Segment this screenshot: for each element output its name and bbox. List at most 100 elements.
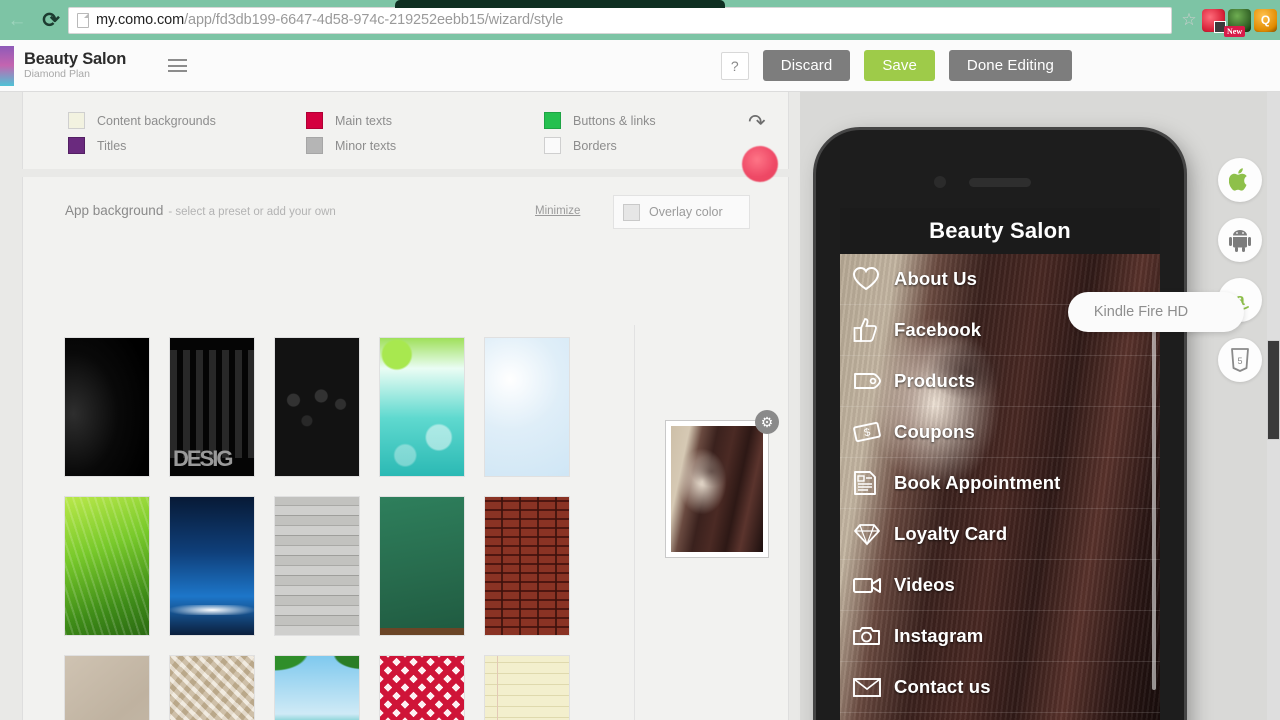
- device-button-apple[interactable]: [1218, 158, 1262, 202]
- thumb-green-grass[interactable]: [64, 496, 150, 636]
- thumb-black-swirl[interactable]: [64, 337, 150, 477]
- gear-icon[interactable]: ⚙: [755, 410, 779, 434]
- thumb-pale-blue-clouds[interactable]: [484, 337, 570, 477]
- menu-item-products[interactable]: Products: [840, 356, 1160, 407]
- menu-button[interactable]: [168, 59, 188, 72]
- document-icon: [852, 468, 894, 498]
- editor-pane: Content backgrounds Main texts Buttons &…: [0, 92, 800, 720]
- selected-background-preview: ⚙: [665, 410, 779, 558]
- swatch-content-backgrounds[interactable]: [68, 112, 85, 129]
- done-editing-button[interactable]: Done Editing: [948, 50, 1072, 81]
- extension-icon-3[interactable]: Q: [1254, 8, 1277, 32]
- legend-label: Main texts: [335, 113, 392, 128]
- browser-tab[interactable]: [395, 0, 725, 8]
- color-legend: Content backgrounds Main texts Buttons &…: [68, 108, 656, 158]
- app-background-card: App background - select a preset or add …: [22, 177, 789, 720]
- color-legend-card: Content backgrounds Main texts Buttons &…: [22, 92, 789, 169]
- thumb-yellow-lined-paper[interactable]: [484, 655, 570, 720]
- swatch-main-texts[interactable]: [306, 112, 323, 129]
- legend-item-main-texts[interactable]: Main texts: [306, 112, 544, 129]
- apple-icon: [1229, 168, 1247, 191]
- menu-item-coupons[interactable]: $ Coupons: [840, 407, 1160, 458]
- coupon-icon: $: [852, 417, 894, 447]
- legend-item-buttons-links[interactable]: Buttons & links: [544, 112, 656, 129]
- app-background-title: App background: [65, 203, 164, 218]
- page-scrollbar-thumb[interactable]: [1267, 340, 1280, 440]
- thumb-blue-light-burst[interactable]: [169, 496, 255, 636]
- thumb-beige-cardboard[interactable]: [64, 655, 150, 720]
- app-background-heading: App background - select a preset or add …: [65, 203, 336, 218]
- extension-tray: New Q: [1202, 8, 1280, 37]
- menu-item-label: Videos: [894, 574, 955, 595]
- thumb-dark-damask[interactable]: [274, 337, 360, 477]
- diamond-icon: [852, 519, 894, 549]
- page-info-icon: [77, 12, 89, 28]
- swatch-minor-texts[interactable]: [306, 137, 323, 154]
- swatch-borders[interactable]: [544, 137, 561, 154]
- panel-divider: [634, 325, 635, 720]
- menu-item-book-appointment[interactable]: Book Appointment: [840, 458, 1160, 509]
- android-icon: [1229, 230, 1251, 252]
- plan-label: Diamond Plan: [24, 68, 90, 81]
- help-button[interactable]: ?: [720, 51, 749, 80]
- device-selector-rail: a 5: [1218, 158, 1262, 382]
- menu-item-label: Products: [894, 370, 975, 391]
- browser-toolbar: ← ⟳ my.como.com/app/fd3db199-6647-4d58-9…: [0, 0, 1280, 40]
- thumb-tropical-beach[interactable]: [274, 655, 360, 720]
- app-header: Beauty Salon Diamond Plan ? Discard Save…: [0, 40, 1280, 92]
- reload-button[interactable]: ⟳: [34, 0, 68, 40]
- overlay-color-control[interactable]: Overlay color: [613, 195, 750, 229]
- back-button[interactable]: ←: [0, 0, 34, 40]
- thumb-grey-wood-planks[interactable]: [274, 496, 360, 636]
- save-button[interactable]: Save: [864, 50, 935, 81]
- legend-label: Borders: [573, 138, 617, 153]
- overlay-color-swatch[interactable]: [623, 203, 640, 221]
- extension-icon-2[interactable]: New: [1224, 8, 1251, 37]
- reload-icon: ⟳: [42, 8, 60, 32]
- selected-background-frame[interactable]: [665, 420, 769, 558]
- address-bar-url: my.como.com/app/fd3db199-6647-4d58-974c-…: [96, 12, 563, 28]
- url-host: my.como.com: [96, 12, 185, 28]
- heart-icon: [852, 264, 894, 294]
- thumbs-up-icon: [852, 315, 894, 345]
- phone-speaker: [969, 178, 1031, 187]
- tag-icon: [852, 366, 894, 396]
- url-path: /app/fd3db199-6647-4d58-974c-219252eebb1…: [184, 12, 564, 28]
- legend-item-titles[interactable]: Titles: [68, 137, 306, 154]
- app-title: Beauty Salon: [24, 49, 127, 68]
- cursor-click-indicator: [742, 146, 778, 182]
- legend-item-content-backgrounds[interactable]: Content backgrounds: [68, 112, 306, 129]
- device-button-android[interactable]: [1218, 218, 1262, 262]
- address-bar[interactable]: my.como.com/app/fd3db199-6647-4d58-974c-…: [68, 6, 1172, 34]
- swatch-buttons-links[interactable]: [544, 112, 561, 129]
- thumb-crumpled-paper[interactable]: [169, 655, 255, 720]
- menu-item-label: Contact us: [894, 676, 991, 697]
- menu-item-contact-us[interactable]: Contact us: [840, 662, 1160, 713]
- header-actions: ? Discard Save Done Editing: [720, 50, 1280, 81]
- discard-button[interactable]: Discard: [762, 50, 851, 81]
- legend-label: Titles: [97, 138, 127, 153]
- thumb-green-chalkboard[interactable]: [379, 496, 465, 636]
- camera-icon: [852, 621, 894, 651]
- thumb-teal-bokeh[interactable]: [379, 337, 465, 477]
- menu-item-loyalty-card[interactable]: Loyalty Card: [840, 509, 1160, 560]
- phone-mockup: Beauty Salon About Us Facebook Products …: [816, 130, 1184, 720]
- minimize-link[interactable]: Minimize: [535, 205, 580, 217]
- thumb-red-brick-wall[interactable]: [484, 496, 570, 636]
- thumb-red-gingham[interactable]: [379, 655, 465, 720]
- menu-item-instagram[interactable]: Instagram: [840, 611, 1160, 662]
- menu-item-videos[interactable]: Videos: [840, 560, 1160, 611]
- legend-item-borders[interactable]: Borders: [544, 137, 656, 154]
- legend-label: Content backgrounds: [97, 113, 216, 128]
- device-button-html5[interactable]: 5: [1218, 338, 1262, 382]
- preview-scrollbar[interactable]: [1152, 310, 1156, 690]
- extension-icon-1[interactable]: [1202, 8, 1226, 33]
- svg-text:5: 5: [1237, 356, 1242, 366]
- bookmark-star-icon[interactable]: ☆: [1176, 10, 1202, 30]
- phone-camera: [934, 176, 946, 188]
- undo-arrow-icon[interactable]: ↶: [748, 110, 766, 135]
- swatch-titles[interactable]: [68, 137, 85, 154]
- preview-app-title: Beauty Salon: [840, 208, 1160, 254]
- thumb-type-design-poster[interactable]: DESIG: [169, 337, 255, 477]
- legend-item-minor-texts[interactable]: Minor texts: [306, 137, 544, 154]
